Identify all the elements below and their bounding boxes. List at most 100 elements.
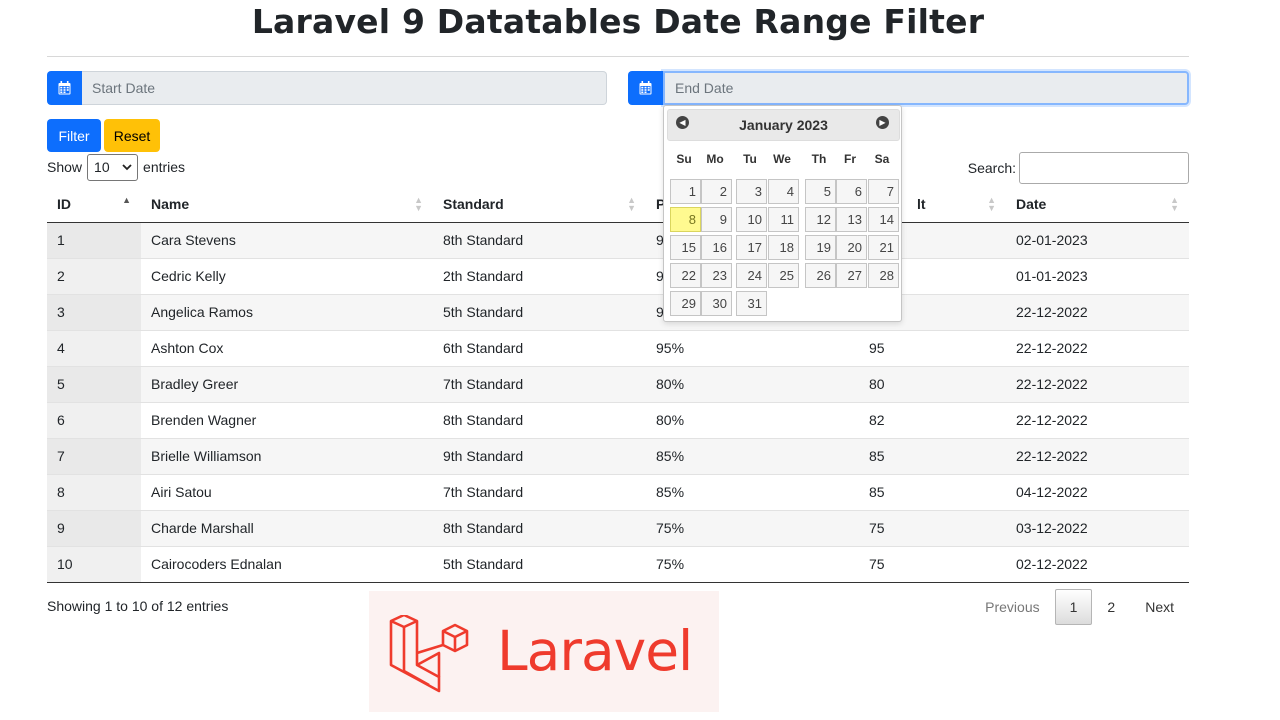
datepicker-day-today[interactable]: 8 — [670, 207, 701, 232]
pagination-page-1[interactable]: 1 — [1054, 589, 1093, 625]
cell-date: 22-12-2022 — [1006, 293, 1189, 330]
sort-icon: ▲▼ — [987, 195, 996, 213]
datepicker-day[interactable]: 4 — [768, 179, 799, 204]
cell-name: Charde Marshall — [141, 509, 433, 546]
cell-result: 80 — [859, 365, 1006, 402]
search-input[interactable] — [1019, 152, 1189, 184]
sort-icon: ▲▼ — [1170, 195, 1179, 213]
laravel-logo-text: Laravel — [497, 619, 693, 683]
datepicker-day[interactable]: 22 — [670, 263, 701, 288]
table-row: 5 Bradley Greer 7th Standard 80% 80 22-12-202… — [47, 365, 1189, 402]
datepicker-weekday: Th — [811, 152, 827, 166]
datepicker-day[interactable]: 17 — [736, 235, 767, 260]
datepicker-day[interactable]: 11 — [768, 207, 799, 232]
cell-percentage: 95% — [646, 329, 859, 366]
start-date-calendar-button[interactable] — [47, 71, 82, 105]
datepicker-day[interactable]: 19 — [805, 235, 836, 260]
datepicker-day[interactable]: 25 — [768, 263, 799, 288]
column-header-standard[interactable]: Standard ▲ ▼ — [433, 186, 646, 223]
end-date-placeholder: End Date — [675, 80, 734, 96]
cell-name: Airi Satou — [141, 473, 433, 510]
column-header-date[interactable]: Date ▲ ▼ — [1006, 186, 1189, 223]
datepicker-day[interactable]: 21 — [868, 235, 899, 260]
sort-icon: ▲▼ — [627, 195, 636, 213]
pagination-previous[interactable]: Previous — [970, 589, 1054, 625]
datepicker-weekday: Tu — [743, 152, 757, 166]
cell-date: 22-12-2022 — [1006, 329, 1189, 366]
datepicker-day[interactable]: 29 — [670, 291, 701, 316]
table-row: 9 Charde Marshall 8th Standard 75% 75 03-12-2… — [47, 509, 1189, 546]
cell-standard: 7th Standard — [433, 473, 646, 510]
datepicker-day[interactable]: 31 — [736, 291, 767, 316]
table-info: Showing 1 to 10 of 12 entries — [47, 598, 229, 614]
datepicker-day[interactable]: 26 — [805, 263, 836, 288]
cell-id: 8 — [47, 473, 141, 510]
page-title: Laravel 9 Datatables Date Range Filter — [251, 2, 985, 41]
datepicker-day[interactable]: 3 — [736, 179, 767, 204]
cell-standard: 8th Standard — [433, 221, 646, 258]
datepicker-day[interactable]: 1 — [670, 179, 701, 204]
datepicker-day[interactable]: 14 — [868, 207, 899, 232]
entries-select[interactable]: 10 — [87, 153, 139, 181]
cell-id: 1 — [47, 221, 141, 258]
entries-select-value: 10 — [94, 159, 110, 175]
datepicker-day[interactable]: 30 — [701, 291, 732, 316]
datepicker-day[interactable]: 27 — [836, 263, 867, 288]
pagination-next[interactable]: Next — [1130, 589, 1189, 625]
datepicker-prev-icon[interactable]: ◀ — [676, 116, 689, 129]
start-date-input[interactable]: Start Date — [82, 71, 607, 105]
column-header-name[interactable]: Name ▲ ▼ — [141, 186, 433, 223]
pagination: Previous 1 2 Next — [970, 589, 1189, 625]
entries-label: entries — [143, 159, 186, 175]
datepicker-day[interactable]: 12 — [805, 207, 836, 232]
cell-id: 10 — [47, 545, 141, 583]
table-row: 7 Brielle Williamson 9th Standard 85% 85 22-1… — [47, 437, 1189, 474]
entries-length-control: Show 10 entries — [47, 153, 185, 181]
datepicker-day[interactable]: 20 — [836, 235, 867, 260]
datepicker-day[interactable]: 16 — [701, 235, 732, 260]
datepicker-next-icon[interactable]: ▶ — [876, 116, 889, 129]
datepicker-day[interactable]: 15 — [670, 235, 701, 260]
cell-name: Ashton Cox — [141, 329, 433, 366]
cell-result: 85 — [859, 437, 1006, 474]
cell-date: 02-01-2023 — [1006, 221, 1189, 258]
cell-standard: 8th Standard — [433, 509, 646, 546]
datepicker-day[interactable]: 7 — [868, 179, 899, 204]
datepicker-month-label: January 2023 — [739, 117, 828, 133]
datepicker-day[interactable]: 5 — [805, 179, 836, 204]
cell-name: Bradley Greer — [141, 365, 433, 402]
cell-date: 01-01-2023 — [1006, 257, 1189, 294]
datepicker-day[interactable]: 28 — [868, 263, 899, 288]
end-date-calendar-button[interactable] — [628, 71, 663, 105]
datepicker-day[interactable]: 13 — [836, 207, 867, 232]
chevron-down-icon — [122, 163, 132, 170]
datepicker-day[interactable]: 2 — [701, 179, 732, 204]
cell-percentage: 80% — [646, 401, 859, 438]
datepicker-day[interactable]: 18 — [768, 235, 799, 260]
datepicker-day[interactable]: 6 — [836, 179, 867, 204]
cell-date: 22-12-2022 — [1006, 401, 1189, 438]
cell-name: Cara Stevens — [141, 221, 433, 258]
end-date-input[interactable]: End Date — [663, 71, 1189, 105]
reset-button[interactable]: Reset — [104, 119, 160, 152]
cell-percentage: 75% — [646, 509, 859, 546]
cell-id: 9 — [47, 509, 141, 546]
datepicker-day[interactable]: 10 — [736, 207, 767, 232]
table-search: Search: — [968, 152, 1189, 184]
cell-standard: 2th Standard — [433, 257, 646, 294]
cell-id: 5 — [47, 365, 141, 402]
cell-result: 75 — [859, 545, 1006, 583]
datepicker-weekday: Fr — [844, 152, 856, 166]
cell-date: 03-12-2022 — [1006, 509, 1189, 546]
pagination-page-2[interactable]: 2 — [1092, 589, 1130, 625]
filter-button[interactable]: Filter — [47, 119, 101, 152]
column-header-id[interactable]: ID ▲ — [47, 186, 141, 223]
datepicker-day[interactable]: 23 — [701, 263, 732, 288]
cell-date: 04-12-2022 — [1006, 473, 1189, 510]
cell-name: Brielle Williamson — [141, 437, 433, 474]
datepicker-day[interactable]: 9 — [701, 207, 732, 232]
datepicker-day[interactable]: 24 — [736, 263, 767, 288]
cell-percentage: 85% — [646, 473, 859, 510]
laravel-logo-icon — [389, 615, 469, 693]
end-date-group: End Date — [628, 71, 1189, 105]
